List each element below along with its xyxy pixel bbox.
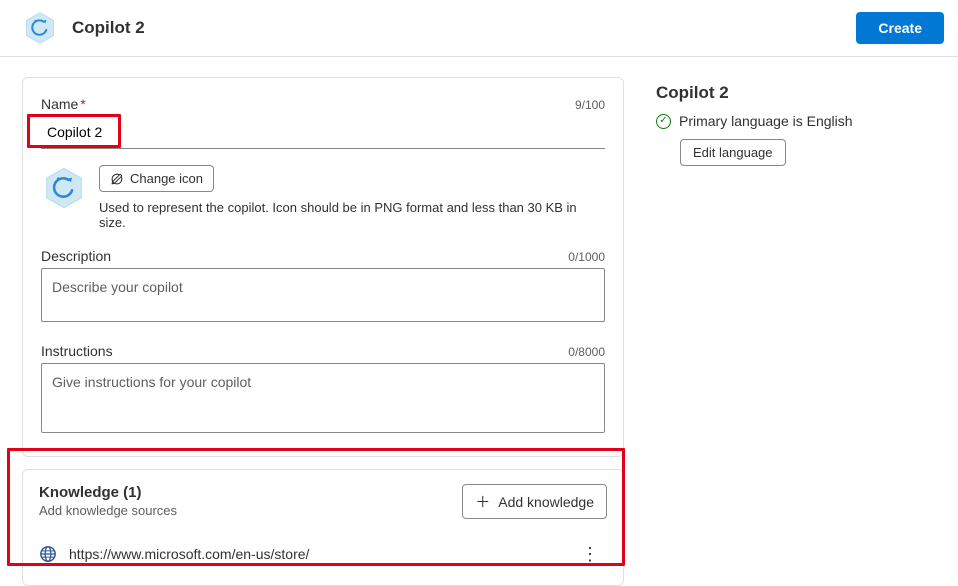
instructions-input[interactable] — [41, 363, 605, 433]
edit-icon — [110, 172, 124, 186]
instructions-char-count: 0/8000 — [568, 345, 605, 359]
knowledge-title: Knowledge (1) — [39, 484, 177, 501]
sidebar: Copilot 2 ✓ Primary language is English … — [632, 57, 932, 586]
name-input[interactable] — [41, 116, 605, 149]
change-icon-label: Change icon — [130, 171, 203, 186]
knowledge-subtitle: Add knowledge sources — [39, 503, 177, 518]
topbar-left: Copilot 2 — [22, 10, 145, 46]
knowledge-card: Knowledge (1) Add knowledge sources ＋ Ad… — [22, 469, 624, 586]
description-label: Description — [41, 248, 111, 264]
main-form-card: Name* 9/100 — [22, 77, 624, 457]
name-char-count: 9/100 — [575, 98, 605, 112]
check-circle-icon: ✓ — [656, 114, 671, 129]
language-status-text: Primary language is English — [679, 113, 853, 129]
language-status: ✓ Primary language is English — [656, 113, 922, 129]
knowledge-url: https://www.microsoft.com/en-us/store/ — [69, 546, 561, 562]
sidebar-title: Copilot 2 — [656, 83, 922, 103]
required-indicator: * — [80, 96, 85, 112]
topbar: Copilot 2 Create — [0, 0, 958, 57]
more-vertical-icon: ⋮ — [581, 544, 599, 564]
icon-helper-text: Used to represent the copilot. Icon shou… — [99, 200, 605, 230]
create-button[interactable]: Create — [856, 12, 944, 44]
plus-icon: ＋ — [475, 491, 490, 512]
edit-language-button[interactable]: Edit language — [680, 139, 786, 166]
instructions-label: Instructions — [41, 343, 113, 359]
description-input[interactable] — [41, 268, 605, 322]
knowledge-item-more-button[interactable]: ⋮ — [573, 541, 607, 567]
name-label: Name — [41, 96, 78, 112]
form-area: Name* 9/100 — [0, 57, 632, 586]
copilot-icon — [22, 10, 58, 46]
copilot-avatar-icon — [41, 165, 87, 211]
globe-icon — [39, 545, 57, 563]
add-knowledge-label: Add knowledge — [498, 494, 594, 510]
description-char-count: 0/1000 — [568, 250, 605, 264]
knowledge-item[interactable]: https://www.microsoft.com/en-us/store/ ⋮ — [39, 541, 607, 567]
add-knowledge-button[interactable]: ＋ Add knowledge — [462, 484, 607, 519]
change-icon-button[interactable]: Change icon — [99, 165, 214, 192]
page-title: Copilot 2 — [72, 18, 145, 38]
